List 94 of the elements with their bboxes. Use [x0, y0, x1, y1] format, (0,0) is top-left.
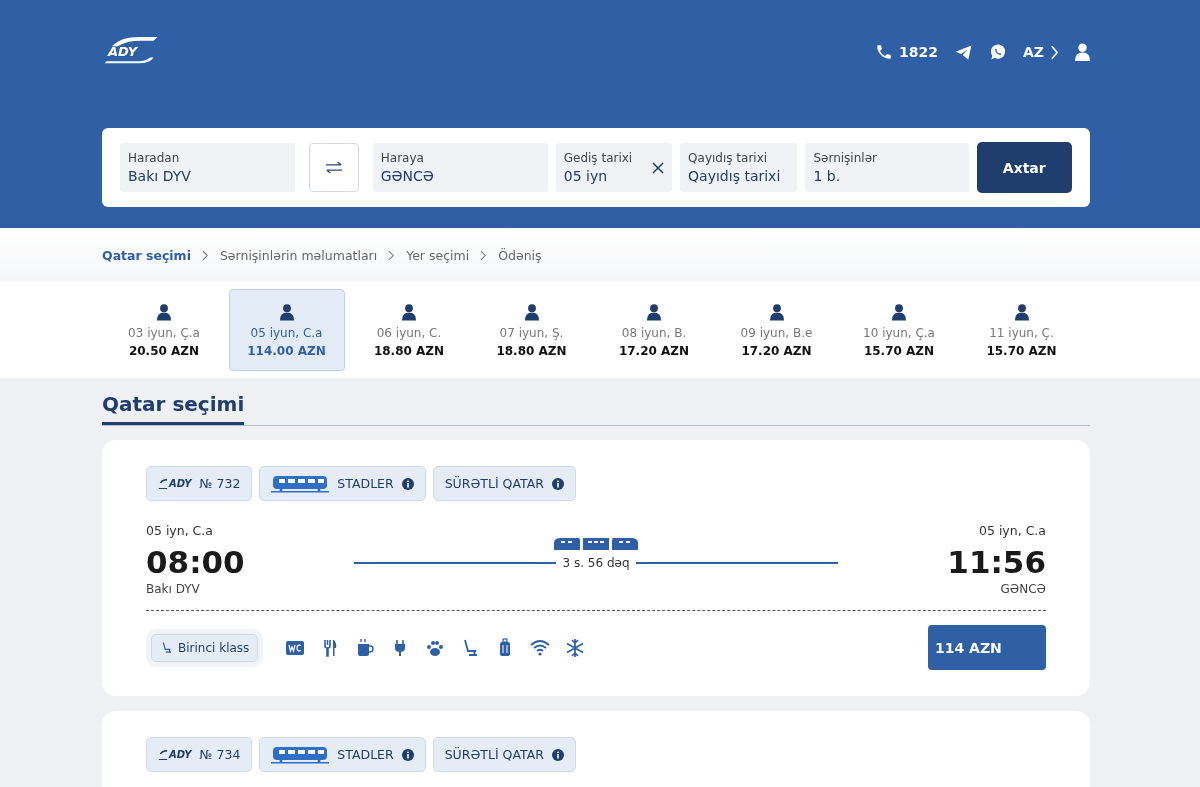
train-icon — [271, 474, 330, 493]
snowflake-icon — [565, 637, 586, 658]
price-label: 18.80 AZN — [373, 343, 445, 358]
logo-text: ADY — [108, 44, 138, 59]
breadcrumb-link[interactable]: Ödəniş — [498, 247, 542, 263]
person-icon — [892, 302, 906, 322]
chat-bubble-icon[interactable] — [989, 43, 1007, 61]
person-icon — [524, 302, 539, 322]
date-tab[interactable]: 07 iyun, Ş. 18.80 AZN — [473, 289, 590, 371]
user-icon[interactable] — [1075, 42, 1090, 62]
date-tab[interactable]: 09 iyun, B.e 17.20 AZN — [718, 289, 835, 371]
field-label: Qayıdış tarixi — [688, 151, 769, 165]
logo-text: ADY — [169, 478, 192, 489]
field-value: 05 iyn — [563, 168, 609, 184]
date-label: 09 iyun, B.e — [740, 325, 813, 340]
train-number: № 734 — [199, 747, 241, 762]
train-icon — [271, 745, 330, 764]
logo-link[interactable]: ADY — [102, 35, 160, 69]
field-label: Haraya — [380, 151, 425, 165]
person-icon — [769, 302, 784, 322]
date-tab[interactable]: 10 iyun, Ç.a 15.70 AZN — [841, 289, 957, 371]
person-icon — [402, 302, 416, 322]
field-value: Bakı DYV — [128, 168, 192, 184]
language-link[interactable]: AZ — [1023, 44, 1059, 60]
swap-arrows-icon — [324, 161, 343, 174]
arrival-date: 05 iyn, C.a — [979, 523, 1046, 538]
date-tab[interactable]: 11 iyun, Ç. 15.70 AZN — [963, 289, 1080, 371]
date-label: 05 iyun, C.a — [250, 325, 323, 340]
departure-station: Bakı DYV — [146, 582, 201, 596]
train-model: STADLER — [337, 747, 394, 762]
search-button[interactable]: Axtar — [976, 142, 1072, 193]
search-field[interactable]: Sərnişinlər 1 b. — [805, 143, 969, 192]
date-tab[interactable]: 06 iyun, C. 18.80 AZN — [351, 289, 467, 371]
train-type: SÜRƏTLİ QATAR — [444, 476, 544, 491]
chevron-right-icon — [1050, 44, 1059, 60]
search-field[interactable]: Gediş tarixi 05 iyn — [555, 143, 673, 192]
person-icon — [279, 302, 294, 322]
train-model: STADLER — [337, 476, 394, 491]
info-icon[interactable] — [551, 748, 564, 761]
info-icon[interactable] — [401, 748, 414, 761]
person-icon — [157, 302, 171, 322]
logo-text: ADY — [169, 749, 192, 760]
train-type: SÜRƏTLİ QATAR — [444, 747, 544, 762]
person-icon — [647, 302, 661, 322]
duration-label: 3 s. 56 dəq — [562, 556, 630, 570]
search-field[interactable]: Haraya GƏNCƏ — [372, 143, 548, 192]
breadcrumb-link[interactable]: Yer seçimi — [406, 247, 470, 263]
chevron-right-icon — [201, 249, 209, 261]
price-button[interactable]: 114 AZN — [928, 625, 1046, 670]
arrival-time: 11:56 — [947, 544, 1046, 580]
field-value: GƏNCƏ — [380, 168, 435, 184]
date-label: 10 iyun, Ç.a — [863, 325, 935, 340]
cup-icon — [355, 637, 376, 658]
field-label: Haradan — [128, 151, 181, 165]
train-cars-icon — [553, 537, 639, 551]
chevron-right-icon — [480, 249, 488, 261]
arrival-station: GƏNCƏ — [1000, 582, 1046, 596]
class-button[interactable]: Birinci klass — [151, 633, 259, 662]
wifi-icon — [530, 637, 551, 658]
search-field[interactable]: Haradan Bakı DYV — [120, 143, 295, 192]
date-label: 11 iyun, Ç. — [989, 325, 1054, 340]
breadcrumb-link[interactable]: Qatar seçimi — [102, 247, 191, 263]
person-icon — [1014, 302, 1029, 322]
price-label: 15.70 AZN — [863, 343, 935, 358]
seat-icon — [160, 641, 173, 654]
price-label: 15.70 AZN — [986, 343, 1057, 358]
date-tab[interactable]: 05 iyun, C.a 114.00 AZN — [228, 289, 345, 371]
price-label: 114.00 AZN — [247, 343, 326, 358]
info-icon[interactable] — [401, 477, 414, 490]
date-label: 08 iyun, B. — [621, 325, 687, 340]
price-label: 18.80 AZN — [496, 343, 567, 358]
date-tab[interactable]: 03 iyun, Ç.a 20.50 AZN — [106, 289, 222, 371]
train-number: № 732 — [199, 476, 241, 491]
breadcrumb-link[interactable]: Sərnişinlərin məlumatları — [219, 247, 378, 263]
field-label: Sərnişinlər — [813, 151, 878, 165]
close-icon[interactable] — [652, 161, 665, 174]
info-icon[interactable] — [551, 477, 564, 490]
chevron-right-icon — [388, 249, 396, 261]
section-title: Qatar seçimi — [102, 392, 245, 425]
departure-date: 05 iyn, C.a — [146, 523, 214, 538]
price-label: 20.50 AZN — [128, 343, 200, 358]
price-label: 17.20 AZN — [741, 343, 812, 358]
date-label: 06 iyun, C. — [376, 325, 442, 340]
phone-link[interactable]: 1822 — [875, 43, 938, 61]
field-value: 1 b. — [813, 168, 842, 184]
field-label: Gediş tarixi — [563, 151, 634, 165]
departure-time: 08:00 — [146, 544, 246, 580]
price-label: 17.20 AZN — [618, 343, 690, 358]
date-label: 07 iyun, Ş. — [499, 325, 564, 340]
date-label: 03 iyun, Ç.a — [128, 325, 200, 340]
phone-icon — [875, 43, 894, 61]
search-field[interactable]: Qayıdış tarixi Qayıdış tarixi — [680, 143, 798, 192]
date-tab[interactable]: 08 iyun, B. 17.20 AZN — [596, 289, 712, 371]
field-value: Qayıdış tarixi — [688, 168, 782, 184]
